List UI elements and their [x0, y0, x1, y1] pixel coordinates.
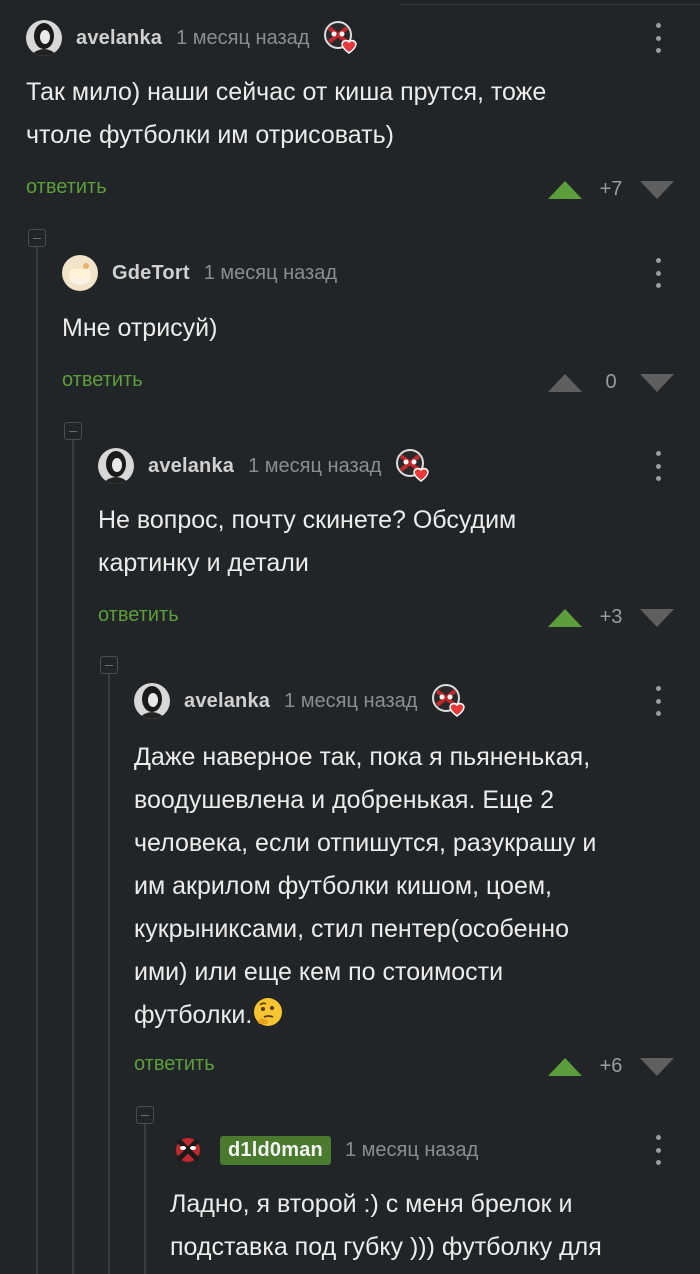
- thread-line: [36, 238, 38, 1274]
- comment-time[interactable]: 1 месяц назад: [204, 262, 337, 285]
- comment-text: Мне отрисуй): [62, 314, 218, 342]
- upvote-arrow-icon[interactable]: [548, 608, 582, 627]
- collapse-thread-button[interactable]: [136, 1106, 154, 1124]
- top-divider: [400, 4, 700, 5]
- comment-text: Даже наверное так, пока я пьяненькая, во…: [134, 743, 597, 1029]
- avatar[interactable]: [98, 448, 134, 484]
- reply-link[interactable]: ответить: [26, 176, 107, 199]
- vote-score: +7: [599, 178, 623, 200]
- reply-link[interactable]: ответить: [98, 604, 179, 627]
- deadpool-heart-award-icon[interactable]: [431, 683, 467, 719]
- collapse-thread-button[interactable]: [100, 656, 118, 674]
- upvote-arrow-icon[interactable]: [548, 1057, 582, 1076]
- comment-text: Ладно, я второй :) с меня брелок и подст…: [170, 1190, 602, 1261]
- thread-line: [108, 665, 110, 1274]
- thread-line: [144, 1115, 146, 1274]
- comment-author[interactable]: d1ld0man: [220, 1135, 331, 1165]
- comment-text: Так мило) наши сейчас от киша прутся, то…: [26, 78, 547, 149]
- deadpool-heart-award-icon[interactable]: [323, 20, 359, 56]
- downvote-arrow-icon[interactable]: [640, 1057, 674, 1076]
- thinking-face-emoji-icon: [252, 996, 284, 1028]
- avatar[interactable]: [134, 683, 170, 719]
- vote-score: +6: [599, 1055, 623, 1077]
- comment-author[interactable]: avelanka: [184, 690, 270, 713]
- more-options-icon[interactable]: [654, 23, 662, 53]
- avatar[interactable]: [62, 255, 98, 291]
- collapse-thread-button[interactable]: [28, 229, 46, 247]
- more-options-icon[interactable]: [654, 686, 662, 716]
- avatar[interactable]: [170, 1132, 206, 1168]
- comment-time[interactable]: 1 месяц назад: [248, 455, 381, 478]
- vote-score: 0: [605, 371, 617, 393]
- thread-line: [72, 431, 74, 1274]
- more-options-icon[interactable]: [654, 258, 662, 288]
- comment-author[interactable]: avelanka: [76, 27, 162, 50]
- upvote-arrow-icon[interactable]: [548, 180, 582, 199]
- comment-author[interactable]: GdeTort: [112, 262, 190, 285]
- upvote-arrow-icon[interactable]: [548, 373, 582, 392]
- more-options-icon[interactable]: [654, 1135, 662, 1165]
- comment-text: Не вопрос, почту скинете? Обсудим картин…: [98, 506, 517, 577]
- reply-link[interactable]: ответить: [62, 369, 143, 392]
- comment-time[interactable]: 1 месяц назад: [284, 690, 417, 713]
- vote-score: +3: [599, 606, 623, 628]
- downvote-arrow-icon[interactable]: [640, 608, 674, 627]
- reply-link[interactable]: ответить: [134, 1053, 215, 1076]
- collapse-thread-button[interactable]: [64, 422, 82, 440]
- comment-time[interactable]: 1 месяц назад: [176, 27, 309, 50]
- downvote-arrow-icon[interactable]: [640, 180, 674, 199]
- comment-author[interactable]: avelanka: [148, 455, 234, 478]
- downvote-arrow-icon[interactable]: [640, 373, 674, 392]
- avatar[interactable]: [26, 20, 62, 56]
- more-options-icon[interactable]: [654, 451, 662, 481]
- comment-time[interactable]: 1 месяц назад: [345, 1139, 478, 1162]
- deadpool-heart-award-icon[interactable]: [395, 448, 431, 484]
